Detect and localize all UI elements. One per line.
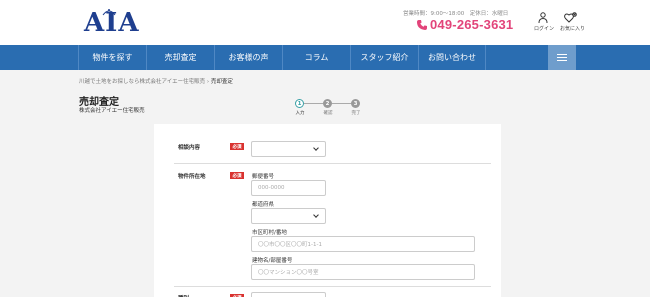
phone-icon (417, 19, 427, 30)
assessment-form: 相談内容 必須 物件所在地 必須 郵便番号 000-0000 都道府県 市区町村… (154, 124, 501, 297)
breadcrumb: 川越で土地をお探しなら株式会社アイエー住宅販売 › 売却査定 (79, 77, 233, 85)
consult-label: 相談内容 (178, 145, 201, 151)
prefecture-select[interactable] (251, 208, 326, 224)
step-3-label: 完了 (351, 111, 361, 116)
building-label: 建物名/部屋番号 (252, 258, 293, 264)
nav-item-column[interactable]: コラム (282, 45, 350, 70)
hamburger-menu-icon[interactable] (548, 45, 576, 70)
phone-number-link[interactable]: 049-265-3631 (416, 17, 513, 32)
favorites-count: 0 (573, 13, 575, 17)
favorites-label: お気に入り (560, 26, 586, 32)
login-label: ログイン (534, 26, 555, 32)
nav-item-contact[interactable]: お問い合わせ (418, 45, 486, 70)
step-2-label: 確認 (323, 111, 333, 116)
postal-code-input[interactable]: 000-0000 (251, 180, 326, 196)
consult-select[interactable] (251, 141, 326, 157)
nav-item-customer-voices[interactable]: お客様の声 (214, 45, 282, 70)
user-icon (538, 12, 548, 24)
company-name: 株式会社アイエー住宅販売 (79, 108, 145, 114)
breadcrumb-current: 売却査定 (210, 79, 233, 85)
nav-item-staff[interactable]: スタッフ紹介 (350, 45, 418, 70)
city-input[interactable]: 〇〇市〇〇区〇〇町1-1-1 (251, 236, 475, 252)
site-header: AIA 営業時間：9:00～18:00 定休日：水曜日 049-265-3631… (0, 0, 650, 45)
required-badge: 必須 (230, 172, 244, 179)
step-3-circle: 3 (351, 99, 360, 108)
property-type-select[interactable] (251, 292, 326, 297)
divider (174, 286, 491, 287)
property-location-label: 物件所在地 (178, 174, 206, 180)
site-logo[interactable]: AIA (84, 8, 139, 36)
main-nav: 物件を探す 売却査定 お客様の声 コラム スタッフ紹介 お問い合わせ (0, 45, 650, 70)
postal-code-label: 郵便番号 (252, 174, 275, 180)
step-indicator: 1 2 3 入力 確認 完了 (295, 99, 365, 119)
prefecture-label: 都道府県 (252, 202, 275, 208)
favorites-button[interactable]: 0 お気に入り (560, 12, 586, 32)
divider (174, 163, 491, 164)
nav-item-search-property[interactable]: 物件を探す (78, 45, 146, 70)
required-badge: 必須 (230, 143, 244, 150)
business-hours: 営業時間：9:00～18:00 定休日：水曜日 (403, 11, 509, 17)
step-1-circle: 1 (295, 99, 304, 108)
building-input[interactable]: 〇〇マンション〇〇号室 (251, 264, 475, 280)
step-2-circle: 2 (323, 99, 332, 108)
nav-item-sale-assessment[interactable]: 売却査定 (146, 45, 214, 70)
laurel-icon (102, 9, 116, 16)
login-button[interactable]: ログイン (534, 12, 555, 32)
heart-icon: 0 (564, 12, 577, 23)
breadcrumb-home-link[interactable]: 川越で土地をお探しなら株式会社アイエー住宅販売 (79, 79, 205, 85)
step-1-label: 入力 (295, 111, 305, 116)
phone-number: 049-265-3631 (430, 17, 514, 32)
city-label: 市区町村/番地 (252, 230, 287, 236)
